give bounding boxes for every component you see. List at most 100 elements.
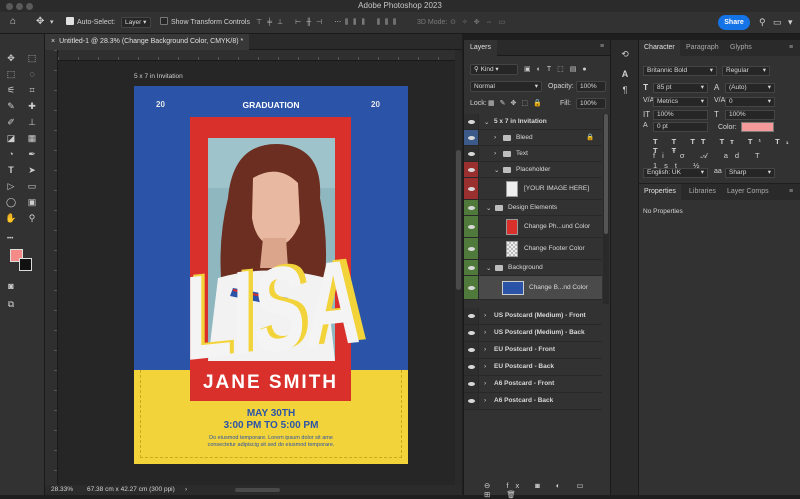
home-icon[interactable]: ⌂	[10, 16, 16, 28]
marquee-tool-icon[interactable]: ⬚	[5, 68, 17, 80]
layer-row[interactable]: › Text	[464, 146, 602, 162]
expand-arrow-icon[interactable]: ›	[484, 329, 486, 336]
share-button[interactable]: Share	[718, 15, 750, 30]
crop-tool-icon[interactable]: ⌗	[26, 84, 38, 96]
brush-tool-icon[interactable]: ✐	[5, 116, 17, 128]
layer-row[interactable]: › Bleed 🔒	[464, 130, 602, 146]
visibility-toggle[interactable]	[464, 114, 479, 129]
artboard-row[interactable]: › US Postcard (Medium) - Front	[464, 308, 602, 325]
artboard-label[interactable]: 5 x 7 in Invitation	[134, 73, 183, 80]
layers-scrollbar[interactable]	[603, 114, 609, 304]
tab-character[interactable]: Character	[639, 40, 680, 56]
workspace-icon[interactable]: ▭	[773, 16, 782, 28]
layer-row[interactable]: ⌄ Design Elements	[464, 200, 602, 216]
lasso-tool-icon[interactable]: ◌	[26, 68, 38, 80]
path-select-tool-icon[interactable]: ➤	[26, 164, 38, 176]
opacity-field[interactable]: 100%	[576, 81, 606, 92]
tab-properties[interactable]: Properties	[639, 184, 681, 200]
align-buttons[interactable]: ⊤╪⊥ ⊢╫⊣ ⋯	[256, 17, 346, 29]
quick-mask-icon[interactable]: ◙	[5, 280, 17, 292]
pen-tool-icon[interactable]: ✒	[26, 148, 38, 160]
visibility-toggle[interactable]	[464, 342, 479, 358]
distribute-buttons[interactable]: ⫼⫼⫼ ⫼⫼⫼	[345, 17, 401, 29]
dodge-tool-icon[interactable]: ◔	[5, 148, 17, 160]
filter-kind-dropdown[interactable]: ⚲ Kind ▾	[470, 64, 518, 75]
big-name-text[interactable]: LISA LISA	[178, 214, 368, 386]
history-icon[interactable]: ⟲	[619, 48, 631, 60]
auto-select-checkbox[interactable]: Auto-Select:	[66, 17, 115, 29]
zoom-tool-icon[interactable]: ⚲	[26, 212, 38, 224]
artboard-row[interactable]: › A6 Postcard - Back	[464, 393, 602, 410]
auto-select-dropdown[interactable]: Layer ▾	[121, 17, 151, 28]
tab-libraries[interactable]: Libraries	[689, 184, 716, 200]
expand-arrow-icon[interactable]: ›	[494, 150, 496, 157]
expand-icon[interactable]: ▾	[788, 16, 793, 28]
horizontal-scale-field[interactable]: 100%	[725, 110, 775, 120]
visibility-toggle[interactable]	[464, 146, 479, 161]
background-color-swatch[interactable]	[19, 258, 32, 271]
visibility-toggle[interactable]	[464, 162, 479, 177]
expand-arrow-icon[interactable]: ⌄	[494, 166, 499, 174]
expand-arrow-icon[interactable]: ›	[484, 397, 486, 404]
vertical-scroll-thumb[interactable]	[456, 150, 461, 290]
language-dropdown[interactable]: English: UK ▾	[643, 168, 708, 178]
invitation-artboard[interactable]: 20 GRADUATION 20 LISA LISA JANE SMITH MA…	[134, 86, 408, 464]
vertical-scale-field[interactable]: 100%	[653, 110, 708, 120]
rectangle-tool-icon[interactable]: ▭	[26, 180, 38, 192]
kerning-field[interactable]: Metrics ▾	[653, 97, 708, 107]
move-tool-icon[interactable]: ✥	[36, 16, 44, 28]
character-panel-icon[interactable]: A	[619, 68, 631, 80]
expand-arrow-icon[interactable]: ⌄	[484, 118, 489, 126]
horizontal-scroll-thumb[interactable]	[235, 488, 280, 492]
visibility-toggle[interactable]	[464, 130, 479, 145]
custom-shape-tool-icon[interactable]: ▣	[26, 196, 38, 208]
gradient-tool-icon[interactable]: ▦	[26, 132, 38, 144]
document-tab[interactable]: × Untitled-1 @ 28.3% (Change Background C…	[45, 34, 250, 50]
stamp-tool-icon[interactable]: ⊥	[26, 116, 38, 128]
leading-field[interactable]: (Auto) ▾	[725, 83, 775, 93]
chevron-down-icon[interactable]: ▾	[50, 17, 54, 29]
minimize-window-icon[interactable]	[16, 3, 23, 10]
zoom-level[interactable]: 28.33%	[51, 485, 73, 495]
artboard-row[interactable]: › US Postcard (Medium) - Back	[464, 325, 602, 342]
artboard-tool-icon[interactable]: ⬚	[26, 52, 38, 64]
status-arrow-icon[interactable]: ›	[185, 485, 187, 495]
expand-arrow-icon[interactable]: ›	[484, 312, 486, 319]
ellipse-tool-icon[interactable]: ◯	[5, 196, 17, 208]
panel-menu-icon[interactable]: ≡	[600, 43, 604, 50]
layer-row[interactable]: ⌄ Background	[464, 260, 602, 276]
paragraph-panel-icon[interactable]: ¶	[619, 84, 631, 96]
layers-scroll-thumb[interactable]	[604, 114, 608, 234]
zoom-window-icon[interactable]	[26, 3, 33, 10]
hand-tool-icon[interactable]: ✋	[5, 212, 17, 224]
close-window-icon[interactable]	[6, 3, 13, 10]
document-info[interactable]: 67.38 cm x 42.27 cm (300 ppi)	[87, 485, 175, 495]
font-size-field[interactable]: 85 pt ▾	[653, 83, 708, 93]
visibility-toggle[interactable]	[464, 325, 479, 341]
panel-menu-icon[interactable]: ≡	[789, 184, 793, 200]
close-tab-icon[interactable]: ×	[51, 38, 55, 45]
visibility-toggle[interactable]	[464, 276, 479, 299]
layer-row-selected[interactable]: Change B...nd Color	[464, 276, 602, 300]
healing-tool-icon[interactable]: ✚	[26, 100, 38, 112]
layers-footer-buttons[interactable]: ⊖ fx ◙ ◐ ▭ ⊞ 🗑	[484, 481, 610, 499]
visibility-toggle[interactable]	[464, 238, 479, 259]
event-date[interactable]: MAY 30TH	[134, 408, 408, 419]
font-style-dropdown[interactable]: Regular ▾	[722, 66, 770, 76]
visibility-toggle[interactable]	[464, 359, 479, 375]
show-transform-checkbox[interactable]: Show Transform Controls	[160, 17, 250, 29]
eyedropper-tool-icon[interactable]: ✎	[5, 100, 17, 112]
event-time[interactable]: 3:00 PM TO 5:00 PM	[134, 420, 408, 431]
expand-arrow-icon[interactable]: ⌄	[486, 204, 491, 212]
expand-arrow-icon[interactable]: ›	[484, 380, 486, 387]
visibility-toggle[interactable]	[464, 178, 479, 199]
direct-select-tool-icon[interactable]: ▷	[5, 180, 17, 192]
body-line-1[interactable]: Do eiusmod temporare. Lorem ipsum dolor …	[134, 435, 408, 441]
3d-mode-icons[interactable]: ⊙✧✥⇔▭	[450, 17, 511, 29]
layer-row[interactable]: Change Ph...und Color	[464, 216, 602, 238]
panel-menu-icon[interactable]: ≡	[789, 40, 793, 56]
vertical-scrollbar[interactable]	[455, 50, 462, 485]
text-color-swatch[interactable]	[741, 122, 774, 132]
antialias-dropdown[interactable]: Sharp ▾	[725, 168, 775, 178]
artboard-row[interactable]: › A6 Postcard - Front	[464, 376, 602, 393]
